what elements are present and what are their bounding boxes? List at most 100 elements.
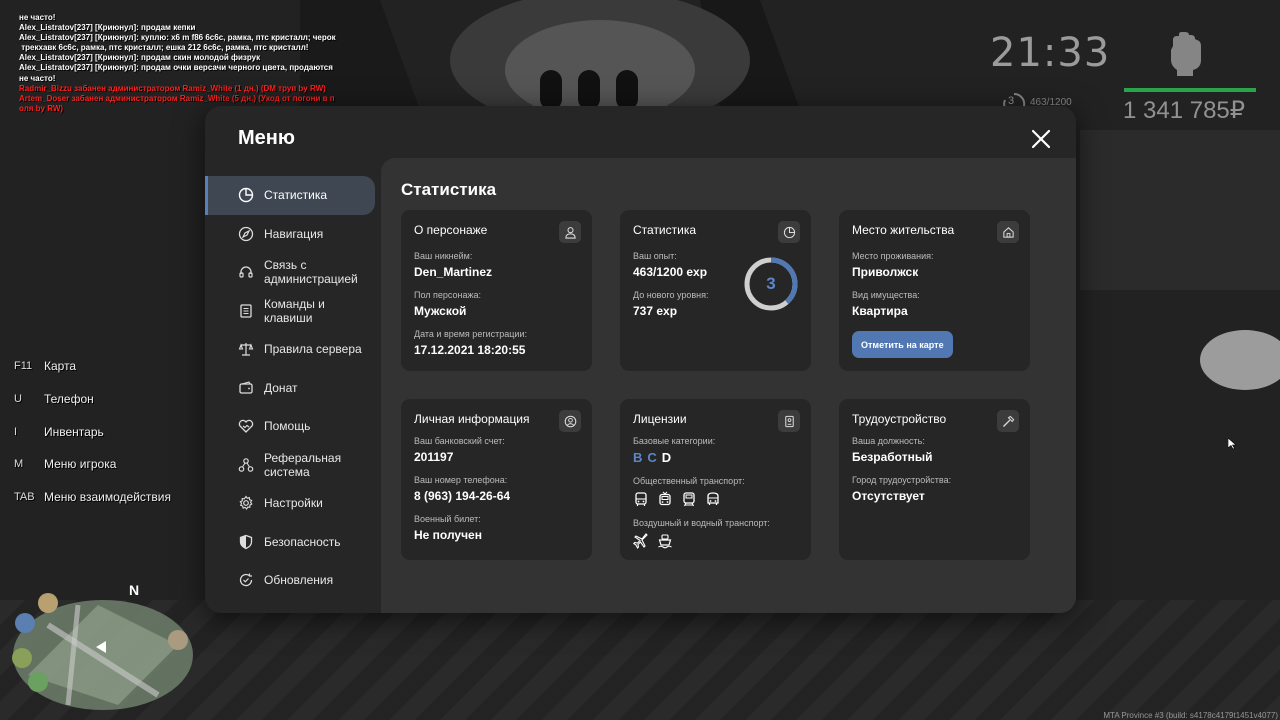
gender-value: Мужской (414, 304, 467, 318)
house-icon (1002, 226, 1014, 238)
user-icon (564, 226, 576, 239)
military-label: Военный билет: (414, 514, 481, 524)
card-icon-box (997, 221, 1019, 243)
wallet-icon (239, 381, 253, 394)
card-statistics: Статистика Ваш опыт: 463/1200 exp До нов… (620, 210, 811, 371)
nick-value: Den_Martinez (414, 265, 493, 279)
chat-line: Alex_Listratov[237] [Криюнул]: продам ке… (19, 23, 196, 33)
nick-label: Ваш никнейм: (414, 251, 473, 261)
work-city-label: Город трудоустройства: (852, 475, 952, 485)
card-title: Статистика (633, 223, 697, 237)
basic-categories-label: Базовые категории: (633, 436, 716, 446)
hotkey-label: Инвентарь (44, 424, 104, 439)
sidebar-item-settings[interactable]: Настройки (205, 484, 381, 523)
property-label: Вид имущества: (852, 290, 920, 300)
chat-line: Artem_Doser забанен администратором Rami… (19, 93, 335, 103)
card-title: Трудоустройство (852, 412, 947, 426)
level-number: 3 (766, 274, 776, 293)
hotkey-player-menu: M Меню игрока (14, 448, 171, 481)
card-character: О персонаже Ваш никнейм: Den_Martinez По… (401, 210, 592, 371)
card-icon-box (559, 221, 581, 243)
hotkey-phone: U Телефон (14, 383, 171, 416)
shield-icon (239, 534, 253, 549)
property-value: Квартира (852, 304, 908, 318)
position-label: Ваша должность: (852, 436, 925, 446)
bank-value: 201197 (414, 450, 454, 464)
chat-line: Alex_Listratov[237] [Криюнул]: продам оч… (19, 63, 333, 73)
menu-window: Меню Статистика Навигация Связь с админи… (205, 106, 1076, 613)
card-personal: Личная информация Ваш банковский счет: 2… (401, 399, 592, 560)
sidebar-item-label: Правила сервера (264, 342, 362, 357)
bank-label: Ваш банковский счет: (414, 436, 505, 446)
reg-value: 17.12.2021 18:20:55 (414, 343, 526, 357)
money-bar (1124, 88, 1256, 92)
license-cat-d: D (661, 450, 677, 465)
hammer-icon (1002, 415, 1014, 427)
hotkey-key: U (14, 393, 22, 406)
card-title: О персонаже (414, 223, 488, 237)
card-icon-box (997, 410, 1019, 432)
position-value: Безработный (852, 450, 933, 464)
chat-line: не часто! (19, 13, 56, 22)
hud-money: 1 341 785₽ (1123, 97, 1246, 124)
network-icon (238, 457, 254, 472)
license-cat-b: B (633, 450, 648, 465)
close-icon[interactable] (1029, 127, 1053, 151)
heart-handshake-icon (238, 420, 254, 434)
sidebar-item-label: Связь с администрацией (264, 258, 358, 287)
sidebar-item-label: Навигация (264, 226, 324, 241)
sidebar-item-updates[interactable]: Обновления (205, 561, 381, 600)
sidebar-item-help[interactable]: Помощь (205, 407, 381, 446)
card-icon-box (559, 410, 581, 432)
air-water-transport-icons (633, 533, 798, 549)
minimap-north: N (129, 585, 139, 598)
air-water-transport-label: Воздушный и водный транспорт: (633, 518, 770, 528)
ship-icon (658, 534, 672, 549)
sidebar-item-label: Обновления (264, 573, 334, 588)
phone-value: 8 (963) 194-26-64 (414, 489, 511, 503)
sidebar-item-commands[interactable]: Команды и клавиши (205, 292, 381, 331)
sidebar-item-statistics[interactable]: Статистика (205, 176, 375, 215)
sidebar-item-referral[interactable]: Реферальная система (205, 446, 381, 485)
hotkey-list: F11 Карта U Телефон I Инвентарь M Меню игрок… (14, 350, 171, 513)
menu-title: Меню (238, 127, 295, 149)
id-card-icon (784, 415, 794, 427)
sidebar-item-admin-contact[interactable]: Связь с администрацией (205, 253, 381, 292)
card-title: Личная информация (414, 412, 530, 426)
build-info: MTA Province #3 (build: s4178c4179t1451v… (1103, 711, 1278, 720)
hotkey-label: Меню взаимодействия (44, 490, 171, 505)
hotkey-key: I (14, 425, 18, 438)
card-residence: Место жительства Место проживания: Приво… (839, 210, 1030, 371)
tram-icon (683, 492, 695, 507)
sidebar-item-navigation[interactable]: Навигация (205, 215, 381, 254)
hotkey-label: Карта (44, 359, 77, 374)
sidebar-item-security[interactable]: Безопасность (205, 523, 381, 562)
sidebar-item-label: Безопасность (264, 534, 341, 549)
sidebar-item-label: Статистика (264, 188, 328, 203)
headset-icon (239, 266, 253, 278)
sidebar-item-rules[interactable]: Правила сервера (205, 330, 381, 369)
sidebar-item-label: Команды и клавиши (264, 296, 325, 325)
bus-icon (635, 492, 647, 506)
minimap: N (12, 585, 193, 710)
hotkey-key: F11 (14, 360, 33, 373)
shuttle-icon (707, 492, 719, 505)
card-title: Лицензии (633, 412, 687, 426)
chat-line: Alex_Listratov[237] [Криюнул]: куплю: х6… (19, 33, 336, 43)
chat-line: Radmir_Bizzu забанен администратором Ram… (19, 83, 326, 93)
sidebar-item-label: Реферальная система (264, 450, 342, 479)
hud-clock: 21:33 (990, 30, 1111, 76)
public-transport-icons (633, 491, 798, 507)
hotkey-key: TAB (14, 491, 35, 504)
hotkey-inventory: I Инвентарь (14, 415, 171, 448)
hotkey-label: Телефон (44, 392, 94, 407)
mark-on-map-button[interactable]: Отметить на карте (852, 331, 953, 358)
pie-chart-icon (238, 188, 254, 203)
place-label: Место проживания: (852, 251, 934, 261)
compass-icon (238, 226, 254, 241)
sidebar-item-donate[interactable]: Донат (205, 369, 381, 408)
sidebar: Статистика Навигация Связь с администрац… (205, 176, 381, 600)
place-value: Приволжск (852, 265, 919, 279)
license-cat-c: C (647, 450, 662, 465)
user-circle-icon (564, 415, 576, 427)
